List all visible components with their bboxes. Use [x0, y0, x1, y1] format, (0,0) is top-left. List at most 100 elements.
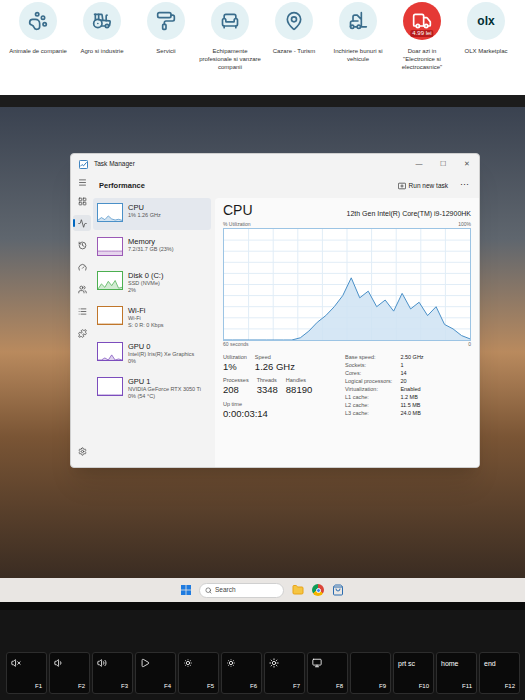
category-item[interactable]: 4.99 leiDoar azi in "Electronice si elec…: [390, 0, 454, 71]
run-new-task-button[interactable]: Run new task: [394, 179, 452, 193]
file-explorer-icon[interactable]: [292, 584, 304, 596]
chart-line-segment: [462, 336, 470, 339]
key-label: F1: [35, 683, 42, 689]
resource-detail: S: 0 R: 0 Kbps: [128, 322, 163, 329]
category-item[interactable]: Agro si industrie: [70, 0, 134, 56]
resource-item[interactable]: GPU 1NVIDIA GeForce RTX 3050 Ti0% (54 °C…: [93, 372, 211, 405]
detail-title: CPU: [223, 202, 253, 219]
brightness-up-icon: [226, 658, 236, 668]
resource-detail: SSD (NVMe): [128, 280, 163, 287]
nav-item[interactable]: [73, 193, 91, 209]
page-header: Performance Run new task ⋯: [93, 174, 479, 198]
chart-line-segment: [309, 323, 317, 332]
mute-icon: [11, 658, 21, 668]
laptop-bezel: [0, 602, 525, 610]
key-label: F6: [250, 683, 257, 689]
sun-icon: [269, 658, 279, 668]
windows-start-icon[interactable]: [181, 585, 191, 595]
photo-scene: Animale de companieAgro si industrieServ…: [0, 0, 525, 700]
equipment-icon: [220, 11, 240, 31]
function-key[interactable]: F3: [92, 652, 133, 694]
function-key[interactable]: F6: [221, 652, 262, 694]
hamburger-menu-icon[interactable]: [78, 178, 87, 187]
resource-item[interactable]: Wi-FiWi-FiS: 0 R: 0 Kbps: [93, 301, 211, 334]
key-label: F4: [164, 683, 171, 689]
resource-detail: Wi-Fi: [128, 315, 163, 322]
function-key[interactable]: prt scF10: [393, 652, 434, 694]
resource-item[interactable]: GPU 0Intel(R) Iris(R) Xe Graphics0%: [93, 337, 211, 370]
key-label: F9: [379, 683, 386, 689]
category-circle: [275, 2, 313, 40]
key-label: F7: [293, 683, 300, 689]
processes-icon: [78, 197, 87, 206]
more-options-button[interactable]: ⋯: [460, 179, 469, 193]
nav-item[interactable]: [73, 281, 91, 297]
chrome-icon[interactable]: [312, 584, 324, 596]
nav-item[interactable]: [73, 215, 91, 231]
function-key[interactable]: endF12: [479, 652, 520, 694]
resource-item[interactable]: CPU1% 1.26 GHz: [93, 198, 211, 230]
resource-name: Memory: [128, 237, 174, 246]
category-circle: olx: [467, 2, 505, 40]
task-manager-window[interactable]: Task Manager—☐✕PerformanceRun new task⋯C…: [70, 153, 480, 468]
function-key[interactable]: F7: [264, 652, 305, 694]
key-label: F11: [462, 683, 472, 689]
chart-line-segment: [334, 296, 342, 307]
performance-detail-panel: CPU 12th Gen Intel(R) Core(TM) i9-12900HK…: [215, 198, 479, 467]
resource-name: GPU 0: [128, 342, 194, 351]
category-item[interactable]: Inchiriere bunuri si vehicule: [326, 0, 390, 64]
price-badge: 4.99 lei: [410, 30, 433, 37]
resource-thumbnail-graph: [97, 271, 123, 290]
chart-line-segment: [241, 340, 249, 341]
nav-item[interactable]: [73, 443, 91, 459]
resource-item[interactable]: Memory7.2/31.7 GB (23%): [93, 232, 211, 264]
window-control-button[interactable]: ☐: [431, 159, 455, 170]
window-control-button[interactable]: ✕: [455, 159, 479, 170]
nav-item[interactable]: [73, 237, 91, 253]
category-strip: Animale de companieAgro si industrieServ…: [0, 0, 525, 95]
stat: Speed1.26 GHz: [255, 354, 295, 373]
category-item[interactable]: Cazare - Turism: [262, 0, 326, 56]
category-circle: 4.99 lei: [403, 2, 441, 40]
resource-detail: 0% (54 °C): [128, 393, 201, 400]
resource-detail: NVIDIA GeForce RTX 3050 Ti: [128, 386, 201, 393]
stat: Processes208: [223, 377, 249, 396]
chart-line-segment: [224, 340, 232, 341]
window-control-button[interactable]: —: [407, 159, 431, 170]
nav-item[interactable]: [73, 259, 91, 275]
function-key[interactable]: F5: [178, 652, 219, 694]
taskbar-search-box[interactable]: Search: [199, 583, 284, 598]
resource-thumbnail-graph: [97, 377, 123, 396]
category-item[interactable]: Echipamente profesionale si vanzare comp…: [198, 0, 262, 71]
resource-detail: 1% 1.26 GHz: [128, 212, 161, 219]
nav-item[interactable]: [73, 303, 91, 319]
function-key[interactable]: F8: [307, 652, 348, 694]
chart-line-segment: [351, 278, 359, 298]
cpu-utilization-chart: [223, 228, 471, 341]
nav-item[interactable]: [73, 325, 91, 341]
key-top-label: home: [441, 660, 459, 667]
function-key[interactable]: F2: [49, 652, 90, 694]
axis-time: 60 seconds: [223, 341, 249, 349]
vol-up-icon: [97, 658, 107, 668]
category-item[interactable]: Animale de companie: [6, 0, 70, 56]
page-title: Performance: [99, 180, 145, 191]
chart-line-segment: [249, 340, 257, 341]
category-item[interactable]: olxOLX Marketplac: [454, 0, 518, 56]
function-key[interactable]: F1: [6, 652, 47, 694]
function-key[interactable]: home F11: [436, 652, 477, 694]
chart-line-segment: [326, 307, 334, 316]
resource-name: CPU: [128, 203, 161, 212]
chart-line-segment: [428, 307, 436, 316]
spec-label: Logical processors:: [345, 378, 392, 386]
resource-name: Disk 0 (C:): [128, 271, 163, 280]
display-icon: [312, 658, 322, 668]
category-item[interactable]: Servicii: [134, 0, 198, 56]
startup-icon: [78, 263, 87, 272]
resource-thumbnail-graph: [97, 342, 123, 361]
resource-item[interactable]: Disk 0 (C:)SSD (NVMe)2%: [93, 266, 211, 299]
store-icon[interactable]: [332, 584, 344, 596]
cpu-model: 12th Gen Intel(R) Core(TM) i9-12900HK: [347, 209, 472, 219]
function-key[interactable]: F9: [350, 652, 391, 694]
function-key[interactable]: F4: [135, 652, 176, 694]
